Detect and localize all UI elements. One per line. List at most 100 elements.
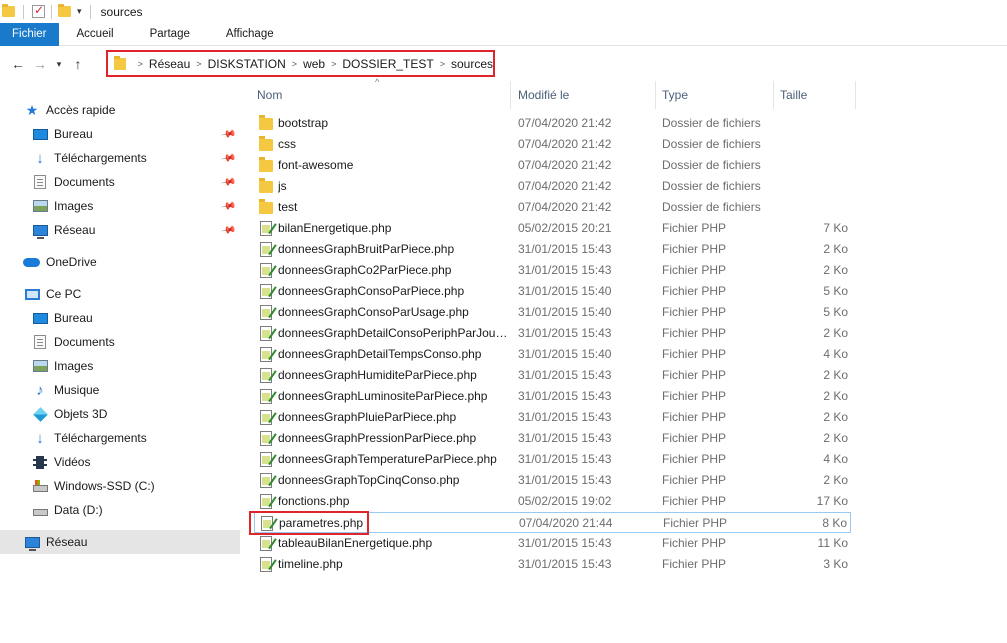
- sidebar-item-images[interactable]: Images: [0, 354, 240, 378]
- file-type: Fichier PHP: [662, 389, 727, 403]
- breadcrumb-reseau[interactable]: Réseau: [149, 57, 190, 71]
- file-modified-date: 31/01/2015 15:43: [518, 368, 612, 382]
- file-name: donneesGraphPressionParPiece.php: [278, 431, 477, 445]
- column-header-nom[interactable]: Nom: [251, 81, 511, 109]
- sidebar-item-onedrive[interactable]: OneDrive: [0, 250, 240, 274]
- php-file-icon: [260, 242, 272, 257]
- pin-icon[interactable]: 📌: [220, 126, 237, 142]
- file-row[interactable]: test 07/04/2020 21:42 Dossier de fichiers: [254, 197, 851, 218]
- sidebar-item-documents[interactable]: Documents: [0, 330, 240, 354]
- file-row[interactable]: font-awesome 07/04/2020 21:42 Dossier de f…: [254, 155, 851, 176]
- file-row[interactable]: donneesGraphBruitParPiece.php 31/01/2015 …: [254, 239, 851, 260]
- file-row[interactable]: donneesGraphDetailTempsConso.php 31/01/20…: [254, 344, 851, 365]
- sidebar-item-data-d[interactable]: Data (D:): [0, 498, 240, 522]
- tab-fichier[interactable]: Fichier: [0, 23, 59, 46]
- file-row[interactable]: donneesGraphConsoParUsage.php 31/01/2015 …: [254, 302, 851, 323]
- breadcrumb-dossier-test[interactable]: DOSSIER_TEST: [342, 57, 433, 71]
- breadcrumb-diskstation[interactable]: DISKSTATION: [208, 57, 286, 71]
- file-type: Dossier de fichiers: [662, 137, 761, 151]
- sidebar-item-videos[interactable]: Vidéos: [0, 450, 240, 474]
- column-header-type[interactable]: Type: [656, 81, 774, 109]
- file-type: Dossier de fichiers: [662, 179, 761, 193]
- file-row[interactable]: tableauBilanEnergetique.php 31/01/2015 15…: [254, 533, 851, 554]
- php-file-icon: [260, 263, 272, 278]
- document-icon: [34, 175, 46, 189]
- file-row[interactable]: donneesGraphPressionParPiece.php 31/01/20…: [254, 428, 851, 449]
- file-modified-date: 31/01/2015 15:40: [518, 305, 612, 319]
- file-size: 8 Ko: [822, 516, 847, 530]
- pin-icon[interactable]: 📌: [220, 174, 237, 190]
- file-row[interactable]: donneesGraphTopCinqConso.php 31/01/2015 1…: [254, 470, 851, 491]
- file-name: donneesGraphLuminositeParPiece.php: [278, 389, 488, 403]
- file-row[interactable]: donneesGraphPluieParPiece.php 31/01/2015 …: [254, 407, 851, 428]
- customize-toolbar-icon[interactable]: ▾: [77, 6, 82, 17]
- pin-icon[interactable]: 📌: [220, 150, 237, 166]
- pin-icon[interactable]: 📌: [220, 198, 237, 214]
- breadcrumb-sources[interactable]: sources: [451, 57, 493, 71]
- file-row[interactable]: bilanEnergetique.php 05/02/2015 20:21 Fich…: [254, 218, 851, 239]
- sidebar-item-label: Téléchargements: [54, 431, 147, 445]
- php-file-icon: [260, 326, 272, 341]
- file-row[interactable]: donneesGraphConsoParPiece.php 31/01/2015 …: [254, 281, 851, 302]
- file-row[interactable]: donneesGraphTemperatureParPiece.php 31/01…: [254, 449, 851, 470]
- music-icon: ♪: [36, 381, 44, 399]
- chevron-right-icon[interactable]: >: [440, 59, 445, 69]
- sidebar-item-reseau-quick[interactable]: Réseau 📌: [0, 218, 240, 242]
- sidebar-item-label: Accès rapide: [46, 103, 116, 117]
- sidebar-item-reseau[interactable]: Réseau: [0, 530, 240, 554]
- file-modified-date: 07/04/2020 21:42: [518, 158, 612, 172]
- sidebar-item-bureau[interactable]: Bureau: [0, 306, 240, 330]
- sidebar-item-bureau-quick[interactable]: Bureau 📌: [0, 122, 240, 146]
- chevron-right-icon[interactable]: >: [138, 59, 143, 69]
- file-row[interactable]: css 07/04/2020 21:42 Dossier de fichiers: [254, 134, 851, 155]
- download-icon: ↓: [36, 429, 44, 447]
- address-bar[interactable]: > Réseau > DISKSTATION > web > DOSSIER_T…: [106, 50, 495, 77]
- file-type: Dossier de fichiers: [662, 158, 761, 172]
- recent-locations-chevron-icon[interactable]: ▾: [51, 59, 67, 70]
- column-header-modifie-le[interactable]: Modifié le: [512, 81, 656, 109]
- file-row[interactable]: donneesGraphHumiditeParPiece.php 31/01/20…: [254, 365, 851, 386]
- sidebar-item-documents-quick[interactable]: Documents 📌: [0, 170, 240, 194]
- tab-partage[interactable]: Partage: [132, 23, 208, 46]
- sidebar-item-objets-3d[interactable]: Objets 3D: [0, 402, 240, 426]
- php-file-icon: [260, 452, 272, 467]
- column-header-taille[interactable]: Taille: [774, 81, 856, 109]
- sidebar-item-label: Vidéos: [54, 455, 91, 469]
- tab-affichage[interactable]: Affichage: [208, 23, 292, 46]
- file-row[interactable]: timeline.php 31/01/2015 15:43 Fichier PHP 3…: [254, 554, 851, 575]
- up-arrow-icon[interactable]: ↑: [67, 56, 89, 72]
- sidebar-item-telechargements[interactable]: ↓ Téléchargements: [0, 426, 240, 450]
- file-size: 2 Ko: [823, 431, 848, 445]
- file-size: 2 Ko: [823, 263, 848, 277]
- sidebar-item-windows-ssd[interactable]: Windows-SSD (C:): [0, 474, 240, 498]
- file-modified-date: 07/04/2020 21:42: [518, 137, 612, 151]
- chevron-right-icon[interactable]: >: [292, 59, 297, 69]
- sidebar-item-musique[interactable]: ♪ Musique: [0, 378, 240, 402]
- file-name: font-awesome: [278, 158, 354, 172]
- pin-icon[interactable]: 📌: [220, 222, 237, 238]
- properties-icon[interactable]: [32, 3, 45, 18]
- file-name: donneesGraphCo2ParPiece.php: [278, 263, 452, 277]
- sidebar-item-images-quick[interactable]: Images 📌: [0, 194, 240, 218]
- back-arrow-icon[interactable]: ←: [7, 56, 29, 72]
- desktop-icon: [32, 312, 48, 324]
- forward-arrow-icon[interactable]: →: [29, 56, 51, 72]
- breadcrumb-web[interactable]: web: [303, 57, 325, 71]
- chevron-right-icon[interactable]: >: [196, 59, 201, 69]
- file-row[interactable]: js 07/04/2020 21:42 Dossier de fichiers: [254, 176, 851, 197]
- file-row[interactable]: bootstrap 07/04/2020 21:42 Dossier de fich…: [254, 113, 851, 134]
- file-row[interactable]: donneesGraphDetailConsoPeriphParJour....…: [254, 323, 851, 344]
- new-folder-icon[interactable]: [58, 4, 71, 17]
- tab-accueil[interactable]: Accueil: [59, 23, 132, 46]
- file-modified-date: 31/01/2015 15:40: [518, 347, 612, 361]
- file-row[interactable]: donneesGraphCo2ParPiece.php 31/01/2015 15…: [254, 260, 851, 281]
- chevron-right-icon[interactable]: >: [331, 59, 336, 69]
- sidebar-item-telechargements-quick[interactable]: ↓ Téléchargements 📌: [0, 146, 240, 170]
- file-modified-date: 31/01/2015 15:43: [518, 431, 612, 445]
- file-type: Fichier PHP: [662, 242, 727, 256]
- sidebar-item-acces-rapide[interactable]: ★ Accès rapide: [0, 98, 240, 122]
- sidebar-item-ce-pc[interactable]: Ce PC: [0, 282, 240, 306]
- file-row[interactable]: fonctions.php 05/02/2015 19:02 Fichier PHP…: [254, 491, 851, 512]
- sidebar-item-label: Bureau: [54, 311, 93, 325]
- file-row[interactable]: donneesGraphLuminositeParPiece.php 31/01/…: [254, 386, 851, 407]
